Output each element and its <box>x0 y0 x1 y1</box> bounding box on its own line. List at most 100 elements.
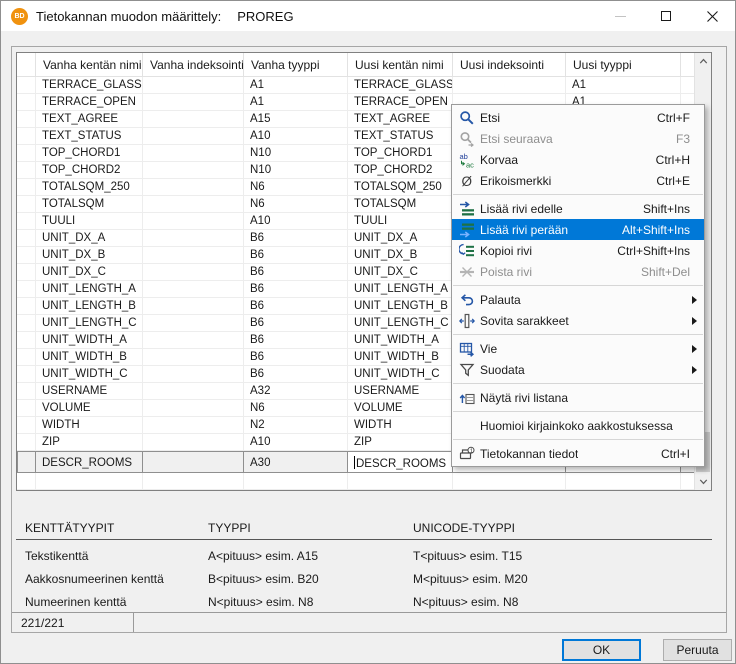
menu-item-label: Sovita sarakkeet <box>480 314 569 328</box>
row-gutter <box>17 230 36 247</box>
row-gutter <box>17 366 36 383</box>
old-field-name-cell: UNIT_DX_C <box>36 264 143 281</box>
menu-item-label: Tietokannan tiedot <box>480 447 578 461</box>
new-field-name-cell: TOP_CHORD1 <box>348 145 453 162</box>
row-gutter <box>17 128 36 145</box>
menu-item-suodata[interactable]: Suodata <box>452 359 704 380</box>
menu-item-shortcut: Alt+Shift+Ins <box>622 223 701 237</box>
menu-item-label: Etsi <box>480 111 500 125</box>
row-gutter <box>17 264 36 281</box>
app-icon-text: BD <box>14 13 24 20</box>
old-field-name-cell: TEXT_STATUS <box>36 128 143 145</box>
menu-item-etsi[interactable]: Etsi Ctrl+F <box>452 107 704 128</box>
minimize-button[interactable] <box>597 1 643 31</box>
old-index-cell <box>143 230 244 247</box>
column-header[interactable]: Uusi kentän nimi <box>348 53 453 77</box>
old-field-name-cell: DESCR_ROOMS <box>36 451 143 473</box>
menu-separator <box>453 439 703 440</box>
menu-item-lisaa-rivi-peraan[interactable]: Lisää rivi peräänAlt+Shift+Ins <box>452 219 704 240</box>
old-index-cell <box>143 434 244 451</box>
old-index-cell <box>143 111 244 128</box>
old-field-name-cell: UNIT_LENGTH_A <box>36 281 143 298</box>
replace-icon: abac <box>454 152 480 168</box>
menu-item-huomioi-kirjainkoko-aakkostuksessa[interactable]: Huomioi kirjainkoko aakkostuksessa <box>452 415 704 436</box>
old-index-cell <box>143 264 244 281</box>
titlebar[interactable]: BD Tietokannan muodon määrittely:PROREG <box>1 1 735 31</box>
insert-row-before-icon <box>454 201 480 217</box>
context-menu: EtsiCtrl+FEtsi seuraavaF3abacKorvaaCtrl+… <box>451 104 705 467</box>
show-row-list-icon <box>454 390 480 406</box>
unicode-type-syntax: M<pituus> esim. M20 <box>413 572 712 586</box>
status-bar: 221/221 <box>12 612 726 632</box>
menu-item-kopioi-rivi[interactable]: Kopioi riviCtrl+Shift+Ins <box>452 240 704 261</box>
row-gutter <box>17 400 36 417</box>
menu-item-erikoismerkki[interactable]: ØErikoismerkkiCtrl+E <box>452 170 704 191</box>
old-index-cell <box>143 383 244 400</box>
menu-item-shortcut: Ctrl+F <box>657 111 701 125</box>
menu-item-vie[interactable]: Vie <box>452 338 704 359</box>
table-row[interactable]: TERRACE_GLASSA1TERRACE_GLASSA1 <box>17 77 711 94</box>
close-button[interactable] <box>689 1 735 31</box>
minimize-icon <box>615 16 626 17</box>
ok-button[interactable]: OK <box>562 639 641 661</box>
scroll-down-button[interactable] <box>695 473 712 490</box>
row-gutter <box>17 434 36 451</box>
svg-text:ac: ac <box>466 160 474 168</box>
column-header[interactable]: Vanha tyyppi <box>244 53 348 77</box>
column-header[interactable]: Uusi indeksointi <box>453 53 566 77</box>
legend-header: KENTTÄTYYPIT <box>25 521 208 537</box>
old-type-cell: B6 <box>244 264 348 281</box>
new-field-name-cell: USERNAME <box>348 383 453 400</box>
type-syntax: B<pituus> esim. B20 <box>208 572 413 586</box>
old-field-name-cell: UNIT_WIDTH_C <box>36 366 143 383</box>
menu-item-tietokannan-tiedot[interactable]: 1Tietokannan tiedotCtrl+I <box>452 443 704 464</box>
submenu-arrow-icon <box>692 345 697 353</box>
old-type-cell: N2 <box>244 417 348 434</box>
column-header[interactable]: Vanha kentän nimi <box>36 53 143 77</box>
menu-item-label: Erikoismerkki <box>480 174 551 188</box>
old-index-cell <box>143 247 244 264</box>
menu-item-nayta-rivi-listana[interactable]: Näytä rivi listana <box>452 387 704 408</box>
old-field-name-cell: VOLUME <box>36 400 143 417</box>
submenu-arrow-icon <box>692 366 697 374</box>
row-gutter-header <box>17 53 36 77</box>
old-type-cell: N6 <box>244 400 348 417</box>
menu-item-poista-rivi: Poista riviShift+Del <box>452 261 704 282</box>
menu-item-label: Poista rivi <box>480 265 532 279</box>
undo-icon <box>454 292 480 308</box>
row-count: 221/221 <box>21 616 64 630</box>
dialog-window: BD Tietokannan muodon määrittely:PROREG … <box>0 0 736 664</box>
menu-item-lisaa-rivi-edelle[interactable]: Lisää rivi edelleShift+Ins <box>452 198 704 219</box>
export-icon <box>454 341 480 357</box>
column-header[interactable]: Uusi tyyppi <box>566 53 681 77</box>
old-index-cell <box>143 332 244 349</box>
cancel-button[interactable]: Peruuta <box>663 639 732 661</box>
scroll-up-button[interactable] <box>695 53 712 70</box>
new-field-name-cell: TOTALSQM_250 <box>348 179 453 196</box>
field-type-name: Numeerinen kenttä <box>25 595 208 609</box>
status-divider <box>133 613 134 632</box>
old-index-cell <box>143 281 244 298</box>
svg-text:Ø: Ø <box>462 174 473 189</box>
empty-cell <box>348 473 453 490</box>
chevron-up-icon <box>697 55 710 68</box>
new-field-name-cell: UNIT_WIDTH_B <box>348 349 453 366</box>
menu-item-palauta[interactable]: Palauta <box>452 289 704 310</box>
row-gutter <box>17 349 36 366</box>
old-type-cell: B6 <box>244 298 348 315</box>
new-field-name-cell: TEXT_AGREE <box>348 111 453 128</box>
empty-cell <box>143 473 244 490</box>
old-type-cell: B6 <box>244 315 348 332</box>
row-gutter <box>17 179 36 196</box>
old-index-cell <box>143 349 244 366</box>
submenu-arrow-icon <box>692 317 697 325</box>
menu-item-label: Huomioi kirjainkoko aakkostuksessa <box>480 419 673 433</box>
legend-row: Aakkosnumeerinen kenttäB<pituus> esim. B… <box>16 563 712 586</box>
column-header[interactable]: Vanha indeksointi <box>143 53 244 77</box>
menu-item-sovita-sarakkeet[interactable]: Sovita sarakkeet <box>452 310 704 331</box>
old-type-cell: B6 <box>244 247 348 264</box>
maximize-button[interactable] <box>643 1 689 31</box>
new-field-name-editbox[interactable]: DESCR_ROOMS <box>348 451 453 473</box>
menu-item-korvaa[interactable]: abacKorvaaCtrl+H <box>452 149 704 170</box>
svg-text:1: 1 <box>470 448 473 454</box>
